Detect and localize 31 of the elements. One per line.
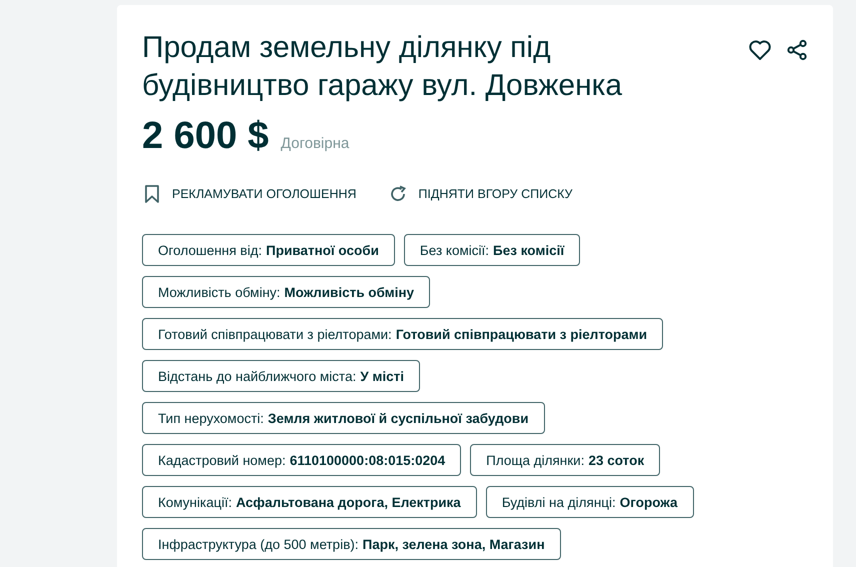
attribute-label: Комунікації:: [158, 494, 232, 510]
price: 2 600 $: [142, 115, 269, 158]
attribute-label: Готовий співпрацювати з ріелторами:: [158, 326, 392, 342]
attribute-value: 23 соток: [588, 452, 644, 468]
attribute-label: Відстань до найближчого міста:: [158, 368, 356, 384]
listing-title: Продам земельну ділянку під будівництво гаражу вул. Довженка: [142, 30, 624, 104]
attribute-value: 6110100000:08:015:0204: [290, 452, 446, 468]
attribute-value: Асфальтована дорога, Електрика: [236, 494, 461, 510]
attribute-value: Земля житлової й суспільної забудови: [268, 410, 528, 426]
price-note: Договірна: [280, 135, 350, 152]
attribute-value: Парк, зелена зона, Магазин: [362, 536, 545, 552]
bookmark-icon[interactable]: [142, 184, 162, 204]
attribute-label: Тип нерухомості:: [158, 410, 264, 426]
attribute-label: Можливість обміну:: [158, 284, 280, 300]
action-link[interactable]: ПІДНЯТИ ВГОРУ СПИСКУ: [418, 187, 572, 201]
attribute-label: Оголошення від:: [158, 242, 262, 258]
attribute-label: Без комісії:: [420, 242, 490, 258]
refresh-icon[interactable]: [388, 184, 408, 204]
attribute-value: Без комісії: [493, 242, 564, 258]
attribute-value: Можливість обміну: [284, 284, 414, 300]
attribute-label: Інфраструктура (до 500 метрів):: [158, 536, 358, 552]
attribute-label: Площа ділянки:: [486, 452, 584, 468]
attribute-label: Кадастровий номер:: [158, 452, 286, 468]
action-link[interactable]: РЕКЛАМУВАТИ ОГОЛОШЕННЯ: [172, 187, 356, 201]
attribute-label: Будівлі на ділянці:: [502, 494, 616, 510]
attribute-value: Огорожа: [620, 494, 678, 510]
share-icon[interactable]: [786, 39, 808, 61]
favorite-heart-icon[interactable]: [748, 39, 772, 61]
attribute-value: Приватної особи: [266, 242, 379, 258]
attribute-value: Готовий співпрацювати з ріелторами: [396, 326, 648, 342]
attribute-value: У місті: [360, 368, 404, 384]
